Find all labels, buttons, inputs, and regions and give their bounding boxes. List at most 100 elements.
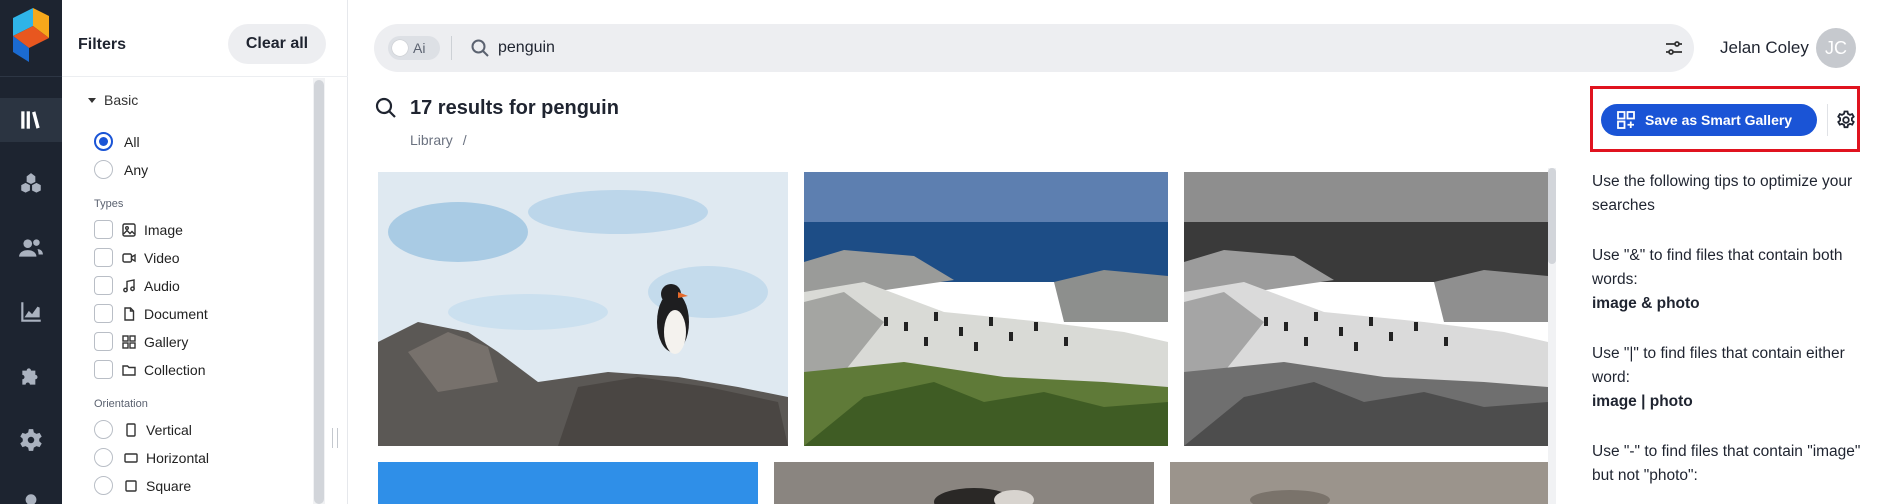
result-thumbnail[interactable] [378,172,788,446]
tip-and: Use "&" to find files that contain both … [1592,244,1862,316]
orientation-square-radio[interactable]: Square [94,476,191,495]
search-tips: Use the following tips to optimize your … [1592,170,1862,504]
radio-unselected[interactable] [94,476,113,495]
basic-section-label: Basic [104,92,139,108]
type-audio-label: Audio [144,277,180,294]
tip-not-text: Use "-" to find files that contain "imag… [1592,443,1861,484]
gear-icon[interactable] [1836,110,1856,130]
tip-or: Use "|" to find files that contain eithe… [1592,342,1862,414]
avatar[interactable]: JC [1816,28,1856,68]
collection-icon [122,363,136,377]
penguin-closeup-image [774,462,1154,504]
results-title: 17 results for penguin [410,97,619,119]
checkbox[interactable] [94,304,113,323]
orientation-vertical-radio[interactable]: Vertical [94,420,192,439]
radio-unselected[interactable] [94,448,113,467]
analytics-icon[interactable] [0,290,62,334]
radio-selected[interactable] [94,132,113,151]
checkbox[interactable] [94,360,113,379]
type-video-label: Video [144,249,180,266]
checkbox[interactable] [94,276,113,295]
orientation-horizontal-radio[interactable]: Horizontal [94,448,209,467]
save-smart-gallery-label: Save as Smart Gallery [1645,112,1793,128]
ai-toggle-knob [392,40,408,56]
ai-toggle[interactable]: Ai [388,36,440,60]
sky-image [378,462,758,504]
type-gallery-label: Gallery [144,333,189,350]
checkbox[interactable] [94,220,113,239]
result-thumbnail[interactable] [774,462,1154,504]
type-collection-label: Collection [144,361,206,378]
tip-and-text: Use "&" to find files that contain both … [1592,247,1843,288]
breadcrumb-library[interactable]: Library [410,132,453,148]
type-image-label: Image [144,221,183,238]
user-name[interactable]: Jelan Coley [1720,38,1809,58]
audio-icon [122,278,136,293]
library-icon[interactable] [0,98,62,142]
search-divider [451,36,452,60]
match-any-radio[interactable]: Any [94,160,148,179]
checkbox[interactable] [94,332,113,351]
filters-panel: Filters Clear all Basic All Any Types Im… [62,0,348,504]
result-thumbnail[interactable] [804,172,1168,446]
vertical-icon [124,422,138,437]
search-icon [470,38,490,58]
filters-scrollbar-thumb[interactable] [314,80,324,504]
app-logo[interactable] [11,8,51,62]
result-thumbnail[interactable] [1184,172,1548,446]
assets-icon[interactable] [0,162,62,206]
penguin-sand-image [1170,462,1548,504]
radio-unselected[interactable] [94,160,113,179]
filters-title: Filters [78,36,127,53]
horizontal-icon [124,451,138,465]
breadcrumb-separator: / [462,132,467,148]
type-video-checkbox[interactable]: Video [94,248,180,267]
save-smart-gallery-button[interactable]: Save as Smart Gallery [1601,104,1817,136]
clear-all-button[interactable]: Clear all [228,24,326,64]
orientation-label: Orientation [94,398,148,410]
type-image-checkbox[interactable]: Image [94,220,183,239]
result-thumbnail[interactable] [1170,462,1548,504]
type-document-checkbox[interactable]: Document [94,304,208,323]
search-filter-settings-icon[interactable] [1664,38,1684,58]
panel-resize-handle[interactable] [332,428,338,448]
type-gallery-checkbox[interactable]: Gallery [94,332,188,351]
profile-icon[interactable] [0,482,62,504]
tips-intro: Use the following tips to optimize your … [1592,173,1853,214]
orientation-vertical-label: Vertical [146,421,192,438]
penguin-colony-beach-image [804,172,1168,446]
filters-divider [62,76,348,77]
square-icon [124,479,138,493]
breadcrumb: Library / [410,132,467,148]
search-input[interactable] [498,36,1598,60]
action-divider [1827,104,1828,136]
penguin-rock-image [378,172,788,446]
results-scrollbar[interactable] [1548,168,1556,504]
gallery-icon [122,334,136,349]
image-icon [122,222,136,237]
search-bar: Ai [374,24,1694,72]
nav-rail [0,0,62,504]
match-all-radio[interactable]: All [94,132,140,151]
smart-gallery-icon [1617,111,1635,129]
tip-not: Use "-" to find files that contain "imag… [1592,440,1862,488]
users-icon[interactable] [0,226,62,270]
tip-and-example: image & photo [1592,295,1700,312]
basic-section-toggle[interactable]: Basic [88,92,138,108]
checkbox[interactable] [94,248,113,267]
tip-or-text: Use "|" to find files that contain eithe… [1592,345,1845,386]
results-search-icon [374,96,398,120]
radio-unselected[interactable] [94,420,113,439]
type-collection-checkbox[interactable]: Collection [94,360,205,379]
type-audio-checkbox[interactable]: Audio [94,276,180,295]
results-scrollbar-thumb[interactable] [1548,168,1556,264]
result-thumbnail[interactable] [378,462,758,504]
integrations-icon[interactable] [0,354,62,398]
caret-down-icon [88,97,96,103]
video-icon [122,251,136,265]
main-content: Ai Jelan Coley JC 17 results for penguin… [348,0,1879,504]
document-icon [122,306,136,321]
ai-toggle-label: Ai [413,40,426,56]
settings-icon[interactable] [0,418,62,462]
rail-divider [0,76,62,77]
